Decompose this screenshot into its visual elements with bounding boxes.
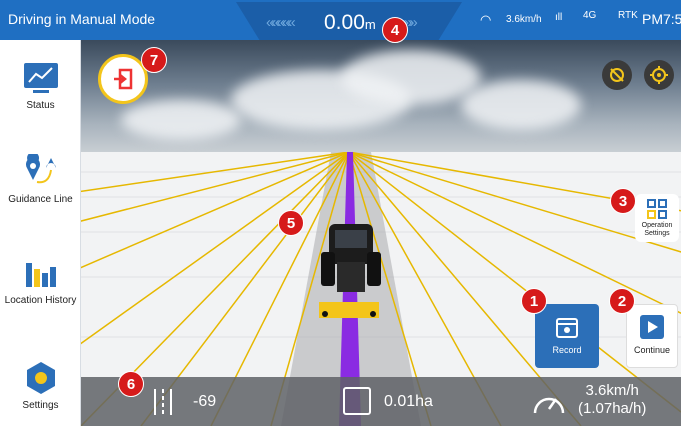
exit-icon [114,68,133,90]
lane-offset-value: -69 [193,393,217,410]
cloud [121,100,241,140]
speed-value: 3.6km/h [585,382,639,399]
cellular-4g-icon: 4G [583,10,597,21]
left-deviation-arrows: ««««« [266,14,296,31]
wifi-icon: ◠ [480,12,492,27]
callout-badge: 3 [610,188,636,214]
continue-button[interactable]: Continue [626,304,678,368]
sidebar-item-status[interactable]: Status [0,60,81,111]
status-bar: Driving in Manual Mode ««««« 0.00m »»»»»… [0,0,681,46]
deviation-value: 0.00 [324,11,365,34]
record-label: Record [552,345,582,355]
clock: PM7:54 [642,11,681,27]
speedometer-icon [533,397,565,414]
play-icon [640,315,664,339]
callout-badge: 5 [278,210,304,236]
record-icon [556,318,578,338]
callout-badge: 7 [141,47,167,73]
driving-mode-text: Driving in Manual Mode [8,11,156,27]
operation-settings-button[interactable]: Operation Settings [635,194,679,242]
callout-badge: 1 [521,288,547,314]
callout-badge: 2 [609,288,635,314]
record-button[interactable]: Record [535,304,599,368]
speed-readout: 3.6km/h (1.07ha/h) [578,382,646,418]
worked-area-value: 0.01ha [384,393,433,410]
gear-icon [26,362,55,394]
grid-icon [647,199,667,219]
sidebar-item-label: Status [26,100,55,111]
speed-status: 3.6km/h [506,14,542,25]
continue-label: Continue [633,345,671,355]
callout-badge: 6 [118,371,144,397]
signal-icon: ıll [555,12,563,23]
deviation-unit: m [364,17,376,32]
bottom-info-bar: -69 0.01ha 3.6km/h (1.07ha/h) [81,377,681,426]
guidance-3d-view[interactable]: Operation Settings Record Continue -69 0… [81,40,681,426]
no-steering-icon [610,68,624,82]
rtk-signal-icon: RTK [618,10,638,21]
operation-settings-label: Operation Settings [641,222,673,237]
sky-background [81,40,681,152]
cloud [341,50,481,105]
crosshair-icon [650,66,668,84]
cloud [461,80,581,130]
sidebar-item-guidance-line[interactable]: Guidance Line [0,154,81,205]
locate-button[interactable] [644,60,674,90]
no-lock-button[interactable] [602,60,632,90]
sidebar-item-label: Guidance Line [8,194,73,205]
sidebar: Status Guidance Line Location History Se… [0,40,81,426]
lane-offset-icon [154,389,172,415]
deviation-readout: 0.00m [324,11,376,35]
bar-chart-icon [25,263,56,287]
callout-badge: 4 [382,17,408,43]
sidebar-item-location-history[interactable]: Location History [0,255,81,306]
area-check-icon [343,387,371,415]
route-pin-icon [25,154,56,184]
work-rate-value: (1.07ha/h) [578,400,647,417]
chart-line-icon [23,63,58,93]
sidebar-item-label: Settings [22,400,59,411]
sidebar-item-settings[interactable]: Settings [0,360,81,411]
sidebar-item-label: Location History [4,295,77,306]
